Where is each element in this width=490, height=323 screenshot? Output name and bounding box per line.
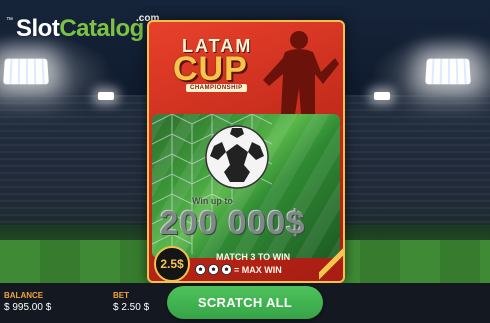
prize-amount: 200 000$ <box>160 204 306 241</box>
floodlight-left <box>3 58 49 85</box>
bet-amount-badge: 2.5$ <box>154 246 190 281</box>
stadium-light <box>98 92 114 100</box>
floodlight-right <box>425 58 471 85</box>
logo-trademark: ™ <box>6 17 13 24</box>
bet-label: BET <box>113 291 129 300</box>
rule-max-win: = MAX WIN <box>195 264 282 275</box>
soccer-ball-icon <box>208 264 219 275</box>
stadium-light <box>374 92 390 100</box>
scratch-area[interactable]: Win up to 200 000$ <box>152 114 340 258</box>
ticket-subtitle: CHAMPIONSHIP <box>186 84 247 92</box>
logo-catalog-text: Catalog <box>59 15 144 42</box>
soccer-ball-icon <box>205 125 269 189</box>
logo-slot-text: Slot <box>16 15 60 42</box>
bet-badge-text: 2.5$ <box>160 257 184 271</box>
soccer-ball-icon <box>195 264 206 275</box>
player-silhouette-icon <box>263 31 339 114</box>
bet-value[interactable]: $ 2.50 $ <box>113 302 149 313</box>
soccer-ball-icon <box>221 264 232 275</box>
ticket-header: LATAM CUP CHAMPIONSHIP <box>149 22 343 114</box>
rule-match-three: MATCH 3 TO WIN <box>216 252 291 262</box>
ticket-corner-decoration <box>319 236 343 281</box>
rule-max-win-text: = MAX WIN <box>234 264 282 275</box>
balance-value: $ 995.00 $ <box>4 302 52 313</box>
scratch-ticket: LATAM CUP CHAMPIONSHIP Win up to 200 000… <box>147 20 345 283</box>
scratch-all-button[interactable]: SCRATCH ALL <box>167 286 323 319</box>
balance-label: BALANCE <box>4 291 44 300</box>
logo-text: SlotCatalog <box>16 15 144 43</box>
